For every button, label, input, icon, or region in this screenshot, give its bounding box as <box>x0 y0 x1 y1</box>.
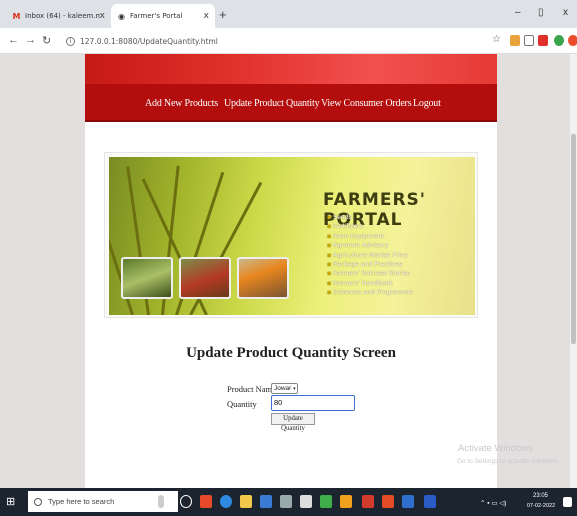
update-quantity-button[interactable]: Update Quantity <box>271 413 315 432</box>
app-icon[interactable] <box>280 495 292 508</box>
clock-time[interactable]: 23:05 <box>533 493 548 499</box>
extension-icon[interactable] <box>554 35 564 46</box>
tractor-thumbnail <box>179 257 231 299</box>
file-explorer-icon[interactable] <box>240 495 252 508</box>
search-icon <box>34 497 42 506</box>
tab-title: Farmer's Portal <box>130 12 183 20</box>
gmail-icon: M <box>12 11 21 21</box>
main-menu: Add New Products Update Product Quantity… <box>85 84 497 122</box>
new-tab-button[interactable]: + <box>219 7 227 22</box>
taskbar-search[interactable]: Type here to search <box>28 491 178 512</box>
farmers-portal-image: FARMERS' PORTAL Seeds Fertilizers Farm E… <box>109 157 475 315</box>
product-name-label: Product Name <box>227 384 276 394</box>
extension-icon[interactable] <box>510 35 520 46</box>
microphone-icon[interactable] <box>158 495 164 508</box>
app-icon[interactable] <box>320 495 332 508</box>
activate-windows-title: Activate Windows <box>458 443 533 454</box>
scrollbar[interactable] <box>570 54 577 488</box>
search-placeholder: Type here to search <box>48 497 115 506</box>
back-icon[interactable]: ← <box>8 34 19 46</box>
store-icon[interactable] <box>260 495 272 508</box>
list-item: Farmers' Handbook <box>327 279 413 288</box>
minimize-button[interactable]: – <box>515 7 521 18</box>
tab-title: Inbox (64) - kaleem.mmd@gmai <box>25 12 100 20</box>
app-icon[interactable] <box>300 495 312 508</box>
url-text: 127.0.0.1:8080/UpdateQuantity.html <box>80 36 218 46</box>
tab-farmers-portal[interactable]: ◉ Farmer's Portal x <box>111 4 215 28</box>
menu-update-product-quantity[interactable]: Update Product Quantity <box>224 84 320 122</box>
menu-view-consumer-orders[interactable]: View Consumer Orders <box>321 84 412 122</box>
list-item: Agromet Advisory <box>327 241 413 250</box>
page-container: Add New Products Update Product Quantity… <box>85 54 497 488</box>
extension-icon[interactable] <box>538 35 548 46</box>
header-banner <box>85 54 497 84</box>
farmer-portrait-thumbnail <box>237 257 289 299</box>
list-item: Agriculture Market Price <box>327 251 413 260</box>
task-view-icon[interactable] <box>180 495 192 508</box>
quantity-input[interactable]: 80 <box>271 395 355 411</box>
farmer-thumbnail <box>121 257 173 299</box>
info-icon[interactable]: i <box>66 36 75 46</box>
bookmark-star-icon[interactable]: ☆ <box>492 34 501 45</box>
tab-bar: M Inbox (64) - kaleem.mmd@gmai x ◉ Farme… <box>0 0 577 28</box>
globe-icon: ◉ <box>118 11 125 21</box>
taskbar: ⊞ Type here to search ⌃ ▪ ▭ ◁) 23:05 07-… <box>0 488 577 516</box>
menu-logout[interactable]: Logout <box>413 84 441 122</box>
scrollbar-thumb[interactable] <box>571 134 576 344</box>
browser-viewport: Add New Products Update Product Quantity… <box>0 54 577 488</box>
chevron-down-icon: ▾ <box>293 386 296 392</box>
close-icon[interactable]: x <box>204 11 209 21</box>
app-icon[interactable] <box>340 495 352 508</box>
portal-image-frame: FARMERS' PORTAL Seeds Fertilizers Farm E… <box>104 152 478 318</box>
notification-icon[interactable] <box>563 497 572 507</box>
portal-image-list: Seeds Fertilizers Farm Equipment Agromet… <box>327 213 413 298</box>
app-icon[interactable] <box>382 495 394 508</box>
list-item: Package and Practices <box>327 260 413 269</box>
reload-icon[interactable]: ↻ <box>42 34 51 47</box>
app-icon[interactable] <box>362 495 374 508</box>
tray-icons[interactable]: ⌃ ▪ ▭ ◁) <box>480 499 506 507</box>
activate-windows-hint: Go to Settings to activate Windows. <box>457 458 560 465</box>
app-icon[interactable] <box>402 495 414 508</box>
app-icon[interactable] <box>424 495 436 508</box>
menu-add-new-products[interactable]: Add New Products <box>145 84 218 122</box>
extension-icon[interactable] <box>524 35 534 46</box>
selected-value: Jowar <box>274 385 292 392</box>
page-title: Update Product Quantity Screen <box>186 345 396 361</box>
quantity-label: Quantity <box>227 399 257 409</box>
profile-icon[interactable] <box>568 35 577 46</box>
address-bar: ← → ↻ i 127.0.0.1:8080/UpdateQuantity.ht… <box>0 28 577 54</box>
product-name-select[interactable]: Jowar ▾ <box>271 383 298 394</box>
restore-button[interactable]: ▯ <box>538 7 544 18</box>
windows-start-icon[interactable]: ⊞ <box>6 496 18 508</box>
tab-gmail[interactable]: M Inbox (64) - kaleem.mmd@gmai x <box>6 4 111 28</box>
url-field[interactable]: i 127.0.0.1:8080/UpdateQuantity.html <box>66 33 476 49</box>
list-item: Fertilizers <box>327 222 413 231</box>
list-item: Farm Equipment <box>327 232 413 241</box>
close-window-button[interactable]: x <box>563 7 568 18</box>
list-item: Farmers' Success Stories <box>327 269 413 278</box>
forward-icon[interactable]: → <box>25 34 36 46</box>
edge-icon[interactable] <box>220 495 232 508</box>
list-item: Schemes and Programme <box>327 288 413 297</box>
close-icon[interactable]: x <box>100 11 105 21</box>
app-icon[interactable] <box>200 495 212 508</box>
list-item: Seeds <box>327 213 413 222</box>
clock-date[interactable]: 07-02-2022 <box>527 503 555 509</box>
